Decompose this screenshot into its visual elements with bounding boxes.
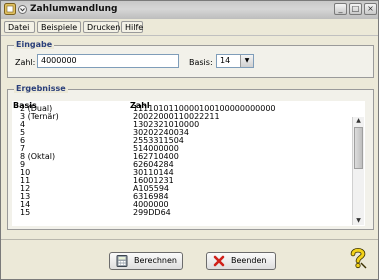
exit-button[interactable]: Beenden	[206, 252, 276, 270]
scroll-down-icon[interactable]: ▼	[354, 217, 363, 225]
row-value: 299DD64	[133, 208, 171, 217]
close-button[interactable]: ×	[364, 3, 377, 15]
divider	[1, 239, 378, 240]
exit-button-label: Beenden	[231, 256, 267, 265]
base-select-value: 14	[220, 56, 231, 65]
list-item[interactable]: 11 16001231	[12, 177, 342, 185]
list-item[interactable]: 13 6316984	[12, 193, 342, 201]
app-icon	[4, 3, 16, 15]
row-base: 8 (Oktal)	[20, 152, 56, 161]
menu-beispiele[interactable]: Beispiele	[37, 21, 81, 33]
base-label: Basis:	[189, 58, 213, 67]
window-title: Zahlumwandlung	[30, 4, 118, 14]
list-item[interactable]: 9 62604284	[12, 161, 342, 169]
number-label: Zahl:	[15, 58, 36, 67]
red-x-icon	[213, 255, 225, 267]
list-item[interactable]: 10 30110144	[12, 169, 342, 177]
scrollbar-thumb[interactable]	[354, 127, 363, 169]
menu-datei[interactable]: Datei	[4, 21, 35, 33]
window-menu-icon[interactable]	[18, 5, 27, 14]
title-bar[interactable]: Zahlumwandlung _ □ ×	[1, 1, 378, 20]
list-item[interactable]: 8 (Oktal) 162710400	[12, 153, 342, 161]
maximize-button[interactable]: □	[349, 3, 362, 15]
menu-bar: Datei Beispiele Drucken Hilfe	[1, 19, 378, 36]
row-base: 15	[20, 208, 31, 217]
number-input[interactable]: 4000000	[37, 54, 179, 68]
results-scrollbar[interactable]: ▲ ▼	[352, 117, 364, 225]
calculator-icon	[116, 255, 128, 267]
results-list[interactable]: Basis Zahl 2 (Dual) 111101011000010010000…	[12, 101, 365, 226]
calculate-button[interactable]: Berechnen	[109, 252, 183, 270]
list-item[interactable]: 15 299DD64	[12, 209, 342, 217]
help-question-icon[interactable]	[347, 247, 369, 269]
minimize-button[interactable]: _	[334, 3, 347, 15]
calculate-button-label: Berechnen	[134, 256, 177, 265]
menu-drucken[interactable]: Drucken	[83, 21, 120, 33]
application-window: Zahlumwandlung _ □ × Datei Beispiele Dru…	[0, 0, 379, 280]
scroll-up-icon[interactable]: ▲	[354, 117, 363, 125]
list-item[interactable]: 12 A105594	[12, 185, 342, 193]
chevron-down-icon[interactable]: ▼	[240, 55, 253, 67]
base-select[interactable]: 14 ▼	[216, 54, 254, 68]
results-group-title: Ergebnisse	[14, 84, 68, 93]
input-group-title: Eingabe	[14, 40, 55, 49]
menu-hilfe[interactable]: Hilfe	[121, 21, 143, 33]
list-item[interactable]: 14 4000000	[12, 201, 342, 209]
row-base: 3 (Ternär)	[20, 112, 59, 121]
